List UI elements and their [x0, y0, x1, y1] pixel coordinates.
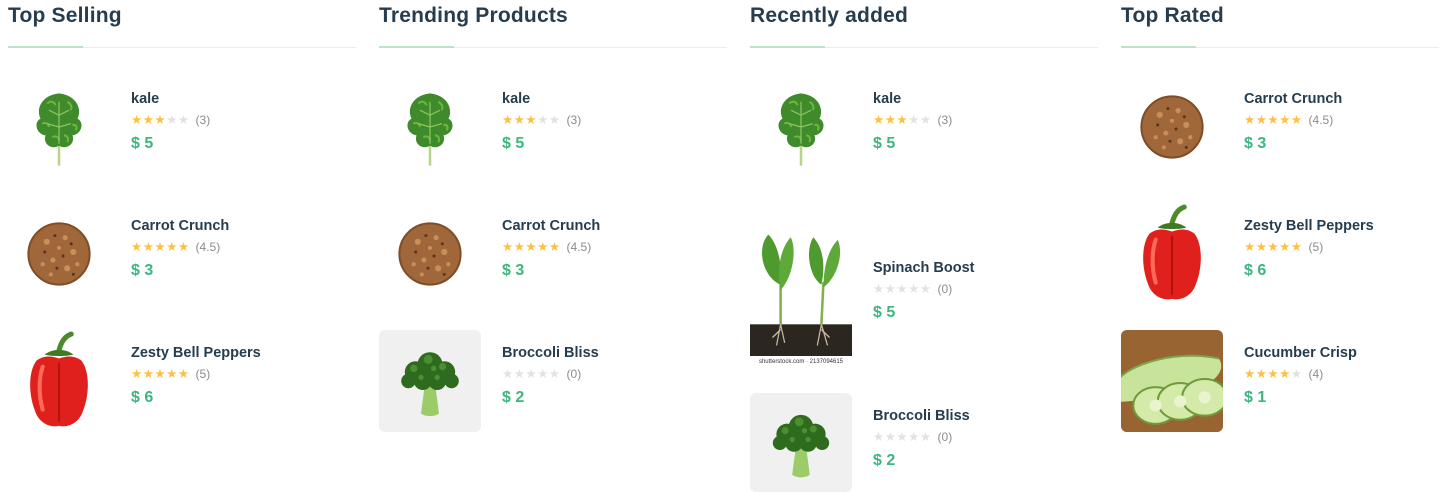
product-rating: ★★★★★ (3): [873, 113, 952, 127]
star-rating-icon: ★★★★★: [1244, 367, 1303, 381]
kale-image[interactable]: [750, 76, 852, 178]
product-price: $ 3: [1244, 135, 1267, 152]
product-price: $ 5: [502, 135, 525, 152]
product-name[interactable]: Cucumber Crisp: [1244, 345, 1357, 361]
cucumber-image[interactable]: [1121, 330, 1223, 432]
product-name[interactable]: Broccoli Bliss: [502, 345, 599, 361]
column-top-selling: Top Selling kale ★★★★★ (3) $ 5 Carrot Cr…: [8, 0, 358, 492]
section-title: Top Rated: [1121, 4, 1224, 27]
cookie-image[interactable]: [379, 203, 481, 305]
rating-count: (0): [566, 367, 582, 381]
rating-count: (4.5): [1308, 113, 1334, 127]
section-underline-accent: [750, 46, 825, 48]
product-price: $ 3: [131, 262, 154, 279]
section-underline-accent: [8, 46, 83, 48]
product-card-zesty-bell-peppers[interactable]: Zesty Bell Peppers ★★★★★ (5) $ 6: [1121, 203, 1439, 305]
product-card-carrot-crunch[interactable]: Carrot Crunch ★★★★★ (4.5) $ 3: [379, 203, 719, 305]
star-rating-icon: ★★★★★: [873, 113, 932, 127]
product-rating: ★★★★★ (3): [502, 113, 581, 127]
star-rating-icon: ★★★★★: [1244, 113, 1303, 127]
cookie-image[interactable]: [8, 203, 110, 305]
rating-count: (3): [937, 113, 953, 127]
product-card-carrot-crunch[interactable]: Carrot Crunch ★★★★★ (4.5) $ 3: [1121, 76, 1439, 178]
rating-count: (5): [195, 367, 211, 381]
star-rating-icon: ★★★★★: [873, 282, 932, 296]
cookie-image[interactable]: [1121, 76, 1223, 178]
product-card-zesty-bell-peppers[interactable]: Zesty Bell Peppers ★★★★★ (5) $ 6: [8, 330, 348, 432]
rating-count: (3): [566, 113, 582, 127]
product-card-broccoli-bliss[interactable]: Broccoli Bliss ★★★★★ (0) $ 2: [379, 330, 719, 432]
product-card-carrot-crunch[interactable]: Carrot Crunch ★★★★★ (4.5) $ 3: [8, 203, 348, 305]
column-trending-products: Trending Products kale ★★★★★ (3) $ 5 Car…: [379, 0, 729, 492]
product-name[interactable]: Zesty Bell Peppers: [1244, 218, 1374, 234]
kale-image[interactable]: [379, 76, 481, 178]
star-rating-icon: ★★★★★: [502, 240, 561, 254]
product-rating: ★★★★★ (4.5): [1244, 113, 1333, 127]
star-rating-icon: ★★★★★: [1244, 240, 1303, 254]
star-rating-icon: ★★★★★: [131, 113, 190, 127]
product-name[interactable]: Carrot Crunch: [131, 218, 229, 234]
star-rating-icon: ★★★★★: [131, 367, 190, 381]
star-rating-icon: ★★★★★: [131, 240, 190, 254]
rating-count: (0): [937, 430, 953, 444]
product-card-kale[interactable]: kale ★★★★★ (3) $ 5: [379, 76, 719, 178]
product-rating: ★★★★★ (4): [1244, 367, 1323, 381]
product-card-kale[interactable]: kale ★★★★★ (3) $ 5: [8, 76, 348, 178]
product-name[interactable]: kale: [502, 91, 530, 107]
bell-pepper-image[interactable]: [1121, 203, 1223, 305]
product-rating: ★★★★★ (5): [1244, 240, 1323, 254]
product-rating: ★★★★★ (0): [873, 430, 952, 444]
product-price: $ 3: [502, 262, 525, 279]
product-name[interactable]: Zesty Bell Peppers: [131, 345, 261, 361]
product-price: $ 5: [873, 304, 896, 321]
product-price: $ 2: [873, 452, 896, 469]
rating-count: (4.5): [195, 240, 221, 254]
star-rating-icon: ★★★★★: [502, 113, 561, 127]
product-rating: ★★★★★ (0): [502, 367, 581, 381]
rating-count: (5): [1308, 240, 1324, 254]
product-name[interactable]: Broccoli Bliss: [873, 408, 970, 424]
bell-pepper-image[interactable]: [8, 330, 110, 432]
product-rating: ★★★★★ (0): [873, 282, 952, 296]
product-price: $ 5: [131, 135, 154, 152]
product-price: $ 1: [1244, 389, 1267, 406]
product-card-kale[interactable]: kale ★★★★★ (3) $ 5: [750, 76, 1090, 178]
product-rating: ★★★★★ (5): [131, 367, 210, 381]
kale-image[interactable]: [8, 76, 110, 178]
product-name[interactable]: Carrot Crunch: [502, 218, 600, 234]
product-rating: ★★★★★ (4.5): [131, 240, 220, 254]
product-card-broccoli-bliss[interactable]: Broccoli Bliss ★★★★★ (0) $ 2: [750, 393, 1090, 492]
product-card-cucumber-crisp[interactable]: Cucumber Crisp ★★★★★ (4) $ 1: [1121, 330, 1439, 432]
section-title: Top Selling: [8, 4, 122, 27]
broccoli-image[interactable]: [379, 330, 481, 432]
star-rating-icon: ★★★★★: [873, 430, 932, 444]
product-rating: ★★★★★ (4.5): [502, 240, 591, 254]
product-name[interactable]: Carrot Crunch: [1244, 91, 1342, 107]
rating-count: (0): [937, 282, 953, 296]
section-title: Recently added: [750, 4, 909, 27]
star-rating-icon: ★★★★★: [502, 367, 561, 381]
rating-count: (4): [1308, 367, 1324, 381]
product-price: $ 2: [502, 389, 525, 406]
rating-count: (3): [195, 113, 211, 127]
product-name[interactable]: Spinach Boost: [873, 260, 975, 276]
product-name[interactable]: kale: [131, 91, 159, 107]
product-price: $ 5: [873, 135, 896, 152]
column-top-rated: Top Rated Carrot Crunch ★★★★★ (4.5) $ 3 …: [1121, 0, 1441, 492]
image-watermark: shutterstock.com · 2137094615: [750, 356, 852, 368]
product-card-spinach-boost[interactable]: shutterstock.com · 2137094615 Spinach Bo…: [750, 224, 1090, 368]
section-underline-accent: [379, 46, 454, 48]
product-name[interactable]: kale: [873, 91, 901, 107]
rating-count: (4.5): [566, 240, 592, 254]
product-price: $ 6: [131, 389, 154, 406]
product-rating: ★★★★★ (3): [131, 113, 210, 127]
section-title: Trending Products: [379, 4, 568, 27]
column-recently-added: Recently added kale ★★★★★ (3) $ 5 shutte…: [750, 0, 1100, 492]
product-price: $ 6: [1244, 262, 1267, 279]
section-underline-accent: [1121, 46, 1196, 48]
broccoli-image[interactable]: [750, 393, 852, 492]
spinach-image[interactable]: shutterstock.com · 2137094615: [750, 224, 852, 368]
